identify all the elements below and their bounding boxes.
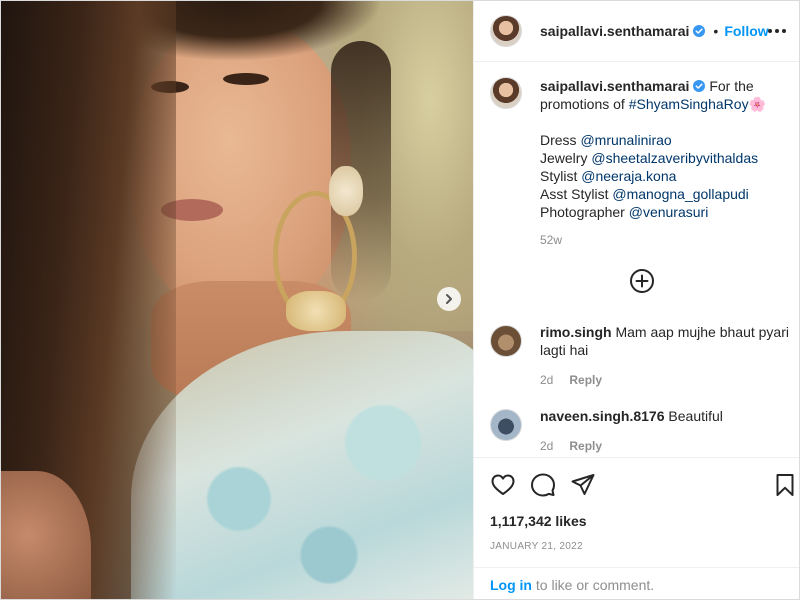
post-photo[interactable] — [1, 1, 473, 599]
comment-username[interactable]: rimo.singh — [540, 324, 612, 340]
comment-avatar[interactable] — [490, 325, 522, 357]
credit-label: Asst Stylist — [540, 186, 613, 202]
separator-dot: • — [713, 23, 719, 39]
plus-circle-icon[interactable] — [629, 268, 655, 294]
credit-label: Jewelry — [540, 150, 592, 166]
action-bar — [474, 457, 799, 512]
login-prompt-text: to like or comment. — [532, 577, 655, 593]
chevron-right-icon — [446, 294, 452, 304]
login-link[interactable]: Log in — [490, 577, 532, 593]
verified-badge-icon — [693, 80, 706, 92]
post-header: saipallavi.senthamarai • Follow — [474, 1, 799, 62]
author-avatar[interactable] — [490, 15, 522, 47]
post-date[interactable]: JANUARY 21, 2022 — [490, 541, 583, 552]
credit-photographer: Photographer @venurasuri — [540, 203, 766, 221]
heart-icon[interactable] — [490, 472, 516, 498]
comment-age[interactable]: 2d — [540, 373, 553, 387]
comment-age[interactable]: 2d — [540, 439, 553, 453]
comment-item: naveen.singh.8176 Beautiful 2d Reply — [490, 407, 790, 455]
credit-jewelry: Jewelry @sheetalzaveribyvithaldas — [540, 149, 766, 167]
photo-eye — [223, 73, 269, 85]
mention-link[interactable]: @sheetalzaveribyvithaldas — [591, 150, 758, 166]
photo-earring-drops — [286, 291, 346, 331]
follow-button[interactable]: Follow — [724, 23, 768, 39]
hashtag-link[interactable]: #ShyamSinghaRoy — [629, 96, 749, 112]
bookmark-icon[interactable] — [772, 472, 798, 498]
credit-stylist: Stylist @neeraja.kona — [540, 167, 766, 185]
caption-avatar[interactable] — [490, 77, 522, 109]
flower-emoji: 🌸 — [748, 96, 767, 112]
like-count[interactable]: 1,117,342 likes — [490, 513, 587, 529]
comment-username[interactable]: naveen.singh.8176 — [540, 408, 665, 424]
mention-link[interactable]: @neeraja.kona — [581, 168, 676, 184]
mention-link[interactable]: @manogna_gollapudi — [612, 186, 748, 202]
credit-dress: Dress @mrunalinirao — [540, 131, 766, 149]
next-photo-button[interactable] — [437, 287, 461, 311]
paper-plane-icon[interactable] — [570, 472, 596, 498]
credit-label: Photographer — [540, 204, 629, 220]
caption-text: saipallavi.senthamarai For the promotion… — [540, 77, 766, 249]
caption-username[interactable]: saipallavi.senthamarai — [540, 78, 689, 94]
caption: saipallavi.senthamarai For the promotion… — [490, 77, 790, 249]
instagram-post-window: saipallavi.senthamarai • Follow saipalla… — [0, 0, 800, 600]
comment-text: Beautiful — [668, 408, 723, 424]
post-side-panel: saipallavi.senthamarai • Follow saipalla… — [473, 1, 799, 599]
reply-button[interactable]: Reply — [569, 439, 602, 453]
caption-line1: For the — [709, 78, 754, 94]
credit-label: Stylist — [540, 168, 582, 184]
caption-age[interactable]: 52w — [540, 231, 766, 249]
login-prompt: Log in to like or comment. — [474, 567, 799, 599]
photo-earring-stud — [329, 166, 363, 216]
comment-icon[interactable] — [530, 472, 556, 498]
comment-item: rimo.singh Mam aap mujhe bhaut pyari lag… — [490, 323, 790, 389]
author-username[interactable]: saipallavi.senthamarai — [540, 23, 689, 39]
mention-link[interactable]: @venurasuri — [629, 204, 709, 220]
more-options-icon[interactable] — [766, 20, 788, 42]
comment-avatar[interactable] — [490, 409, 522, 441]
reply-button[interactable]: Reply — [569, 373, 602, 387]
mention-link[interactable]: @mrunalinirao — [580, 132, 671, 148]
caption-line2: promotions of — [540, 96, 629, 112]
comment-body: rimo.singh Mam aap mujhe bhaut pyari lag… — [540, 323, 790, 389]
credit-label: Dress — [540, 132, 581, 148]
credit-asst-stylist: Asst Stylist @manogna_gollapudi — [540, 185, 766, 203]
verified-badge-icon — [693, 25, 706, 37]
comment-body: naveen.singh.8176 Beautiful 2d Reply — [540, 407, 723, 455]
